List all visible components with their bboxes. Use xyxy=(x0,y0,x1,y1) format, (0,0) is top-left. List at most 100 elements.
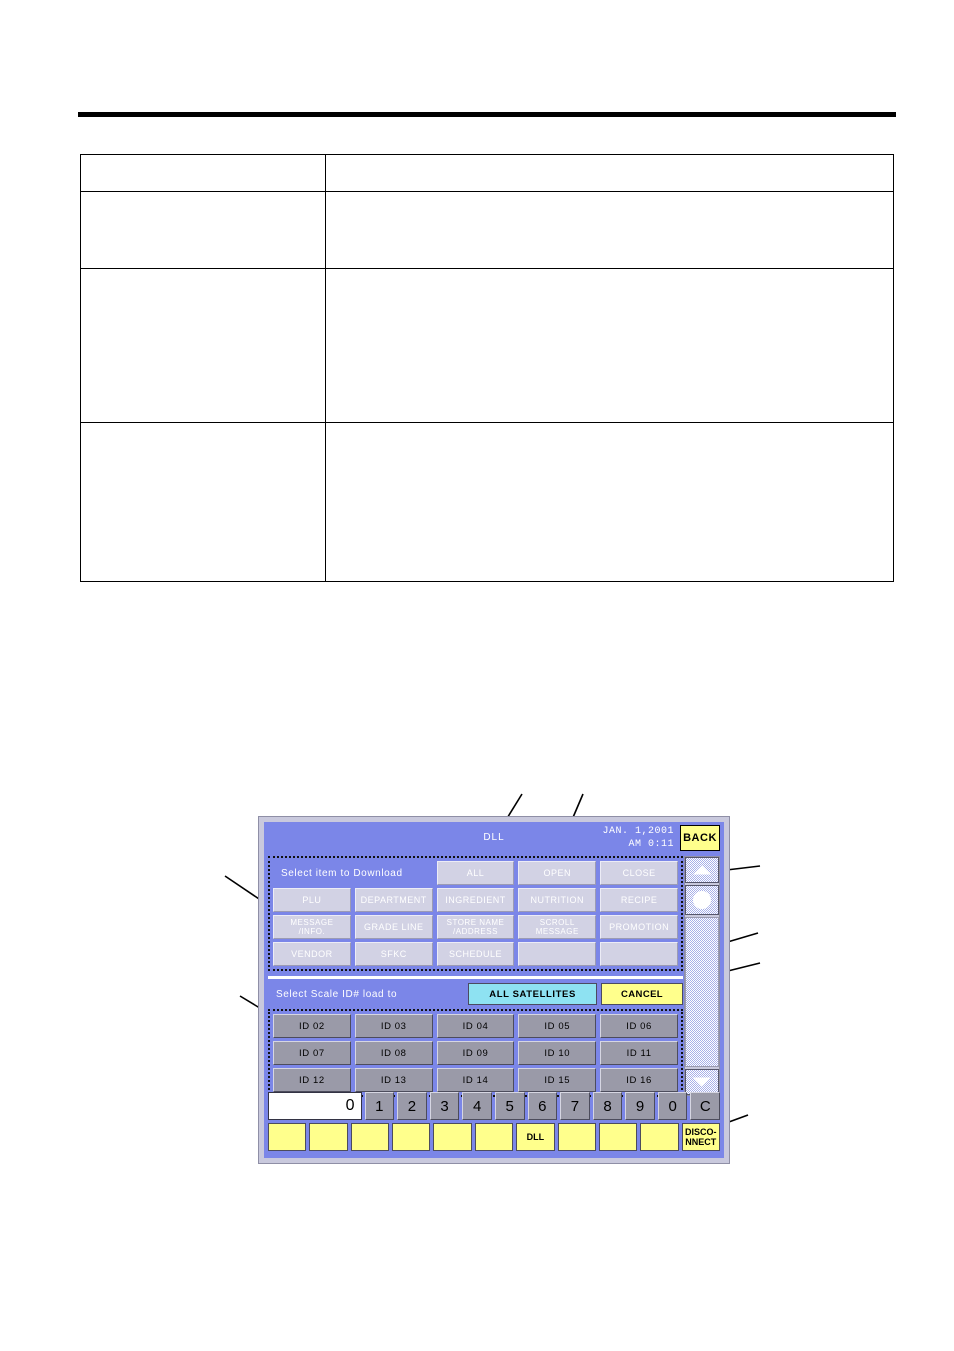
nutrition-button[interactable]: NUTRITION xyxy=(518,888,597,912)
scale-id-button[interactable]: ID 13 xyxy=(354,1068,433,1092)
scroll-up-button[interactable] xyxy=(685,857,719,883)
function-key-2[interactable] xyxy=(309,1123,348,1151)
table-cell-left xyxy=(79,268,327,423)
download-items-group: Select item to Download ALL OPEN CLOSE P… xyxy=(268,856,683,971)
scrollbar-track[interactable] xyxy=(685,917,719,1067)
key-3[interactable]: 3 xyxy=(429,1092,460,1120)
key-1[interactable]: 1 xyxy=(364,1092,395,1120)
datetime-display: JAN. 1,2001 AM 0:11 xyxy=(602,825,674,851)
store-name-address-button[interactable]: STORE NAME/ADDRESS xyxy=(436,915,515,939)
scale-id-button[interactable]: ID 09 xyxy=(436,1041,515,1065)
function-key-4[interactable] xyxy=(392,1123,431,1151)
scale-id-button[interactable]: ID 03 xyxy=(354,1014,433,1038)
download-grid-row: MESSAGE/INFO. GRADE LINE STORE NAME/ADDR… xyxy=(273,915,678,939)
close-button[interactable]: CLOSE xyxy=(600,861,678,885)
scrollbar-thumb[interactable] xyxy=(685,885,719,915)
ingredient-button[interactable]: INGREDIENT xyxy=(436,888,515,912)
function-key-8[interactable] xyxy=(557,1123,596,1151)
numeric-display[interactable]: 0 xyxy=(268,1092,362,1120)
function-key-1[interactable] xyxy=(268,1123,307,1151)
key-5[interactable]: 5 xyxy=(494,1092,525,1120)
scale-id-button[interactable]: ID 02 xyxy=(273,1014,351,1038)
titlebar: DLL JAN. 1,2001 AM 0:11 BACK xyxy=(264,822,724,856)
scale-id-button[interactable]: ID 16 xyxy=(600,1068,678,1092)
scale-terminal-device: DLL JAN. 1,2001 AM 0:11 BACK Select item… xyxy=(258,816,730,1164)
scale-group-label: Select Scale ID# load to xyxy=(276,988,398,1000)
function-key-row: DLL DISCO- NNECT xyxy=(268,1123,720,1151)
key-8[interactable]: 8 xyxy=(592,1092,623,1120)
scale-id-row: ID 12 ID 13 ID 14 ID 15 ID 16 xyxy=(273,1068,678,1092)
download-group-header-row: Select item to Download ALL OPEN CLOSE xyxy=(273,861,678,885)
main-panel-column: Select item to Download ALL OPEN CLOSE P… xyxy=(268,856,683,1097)
key-0[interactable]: 0 xyxy=(657,1092,688,1120)
back-button[interactable]: BACK xyxy=(680,825,720,851)
function-key-3[interactable] xyxy=(350,1123,390,1151)
key-4[interactable]: 4 xyxy=(462,1092,492,1120)
function-key-10[interactable] xyxy=(640,1123,679,1151)
scale-id-row: ID 07 ID 08 ID 09 ID 10 ID 11 xyxy=(273,1041,678,1065)
table-cell-right xyxy=(325,191,894,269)
page-header-rule xyxy=(78,112,896,117)
download-grid-row: VENDOR SFKC SCHEDULE xyxy=(273,942,678,966)
scroll-message-button[interactable]: SCROLL MESSAGE xyxy=(518,915,597,939)
scale-id-button[interactable]: ID 05 xyxy=(518,1014,597,1038)
table-cell-left xyxy=(79,191,327,269)
vendor-button[interactable]: VENDOR xyxy=(273,942,351,966)
download-group-label: Select item to Download xyxy=(281,867,403,879)
triangle-down-icon xyxy=(693,1077,711,1087)
scale-id-button[interactable]: ID 07 xyxy=(273,1041,351,1065)
touchscreen: DLL JAN. 1,2001 AM 0:11 BACK Select item… xyxy=(264,822,724,1158)
table-cell-left xyxy=(79,154,327,192)
department-button[interactable]: DEPARTMENT xyxy=(354,888,433,912)
triangle-up-icon xyxy=(693,865,711,875)
specification-table xyxy=(79,154,894,582)
function-key-9[interactable] xyxy=(598,1123,638,1151)
scale-id-button[interactable]: ID 04 xyxy=(436,1014,515,1038)
recipe-button[interactable]: RECIPE xyxy=(600,888,678,912)
disconnect-button[interactable]: DISCO- NNECT xyxy=(681,1123,720,1151)
open-button[interactable]: OPEN xyxy=(518,861,597,885)
key-clear[interactable]: C xyxy=(690,1092,721,1120)
date-text: JAN. 1,2001 xyxy=(602,826,674,837)
all-button[interactable]: ALL xyxy=(436,861,515,885)
scale-group-header-row: Select Scale ID# load to ALL SATELLITES … xyxy=(268,983,683,1005)
function-key-6[interactable] xyxy=(474,1123,514,1151)
scale-id-group: ID 02 ID 03 ID 04 ID 05 ID 06 ID 07 ID 0… xyxy=(268,1009,683,1097)
function-key-5[interactable] xyxy=(433,1123,472,1151)
scale-id-button[interactable]: ID 15 xyxy=(518,1068,597,1092)
scale-id-button[interactable]: ID 12 xyxy=(273,1068,351,1092)
screen-body: Select item to Download ALL OPEN CLOSE P… xyxy=(264,856,724,1158)
numeric-key-row: 0 1 2 3 4 5 6 7 8 9 0 C xyxy=(268,1092,721,1120)
table-cell-left xyxy=(79,422,327,582)
table-row xyxy=(79,268,894,423)
scale-id-button[interactable]: ID 08 xyxy=(354,1041,433,1065)
key-6[interactable]: 6 xyxy=(527,1092,558,1120)
promotion-button[interactable]: PROMOTION xyxy=(600,915,678,939)
scale-id-row: ID 02 ID 03 ID 04 ID 05 ID 06 xyxy=(273,1014,678,1038)
grade-line-button[interactable]: GRADE LINE xyxy=(354,915,433,939)
key-2[interactable]: 2 xyxy=(397,1092,427,1120)
all-satellites-button[interactable]: ALL SATELLITES xyxy=(468,983,598,1005)
scale-id-button[interactable]: ID 06 xyxy=(600,1014,678,1038)
table-row xyxy=(79,154,894,192)
table-cell-right xyxy=(325,268,894,423)
sfkc-button[interactable]: SFKC xyxy=(354,942,433,966)
key-9[interactable]: 9 xyxy=(625,1092,655,1120)
vertical-scrollbar[interactable] xyxy=(684,856,720,1096)
cancel-button[interactable]: CANCEL xyxy=(601,983,683,1005)
dll-function-key[interactable]: DLL xyxy=(516,1123,555,1151)
scale-id-button[interactable]: ID 10 xyxy=(518,1041,597,1065)
message-info-button[interactable]: MESSAGE/INFO. xyxy=(273,915,351,939)
plu-button[interactable]: PLU xyxy=(273,888,351,912)
panel-divider xyxy=(268,976,683,979)
time-text: AM 0:11 xyxy=(628,839,674,850)
empty-slot xyxy=(600,942,678,966)
table-row xyxy=(79,191,894,269)
empty-slot xyxy=(518,942,597,966)
scale-id-button[interactable]: ID 11 xyxy=(600,1041,678,1065)
key-7[interactable]: 7 xyxy=(560,1092,590,1120)
table-row xyxy=(79,422,894,582)
schedule-button[interactable]: SCHEDULE xyxy=(436,942,515,966)
keypad-area: 0 1 2 3 4 5 6 7 8 9 0 C DLL DISCO- NNECT xyxy=(268,1092,721,1154)
scale-id-button[interactable]: ID 14 xyxy=(436,1068,515,1092)
